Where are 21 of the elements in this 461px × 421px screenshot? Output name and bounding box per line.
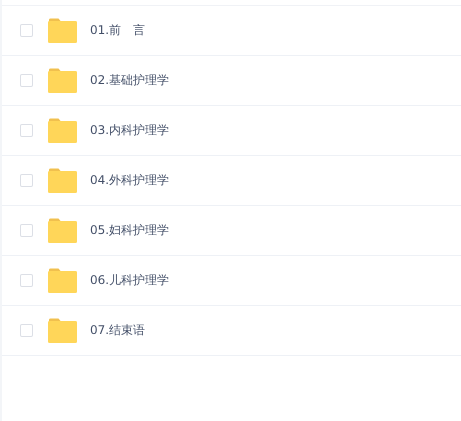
folder-name[interactable]: 01.前 言 [90,22,146,39]
folder-icon [48,68,77,93]
folder-icon [48,18,77,43]
folder-name[interactable]: 03.内科护理学 [90,122,170,139]
checkbox[interactable] [20,124,33,137]
folder-icon [48,318,77,343]
folder-icon [48,118,77,143]
folder-icon [48,268,77,293]
folder-name[interactable]: 05.妇科护理学 [90,222,170,239]
folder-name[interactable]: 07.结束语 [90,322,146,339]
folder-name[interactable]: 06.儿科护理学 [90,272,170,289]
checkbox[interactable] [20,224,33,237]
folder-name[interactable]: 02.基础护理学 [90,72,170,89]
folder-name[interactable]: 04.外科护理学 [90,172,170,189]
checkbox[interactable] [20,274,33,287]
checkbox[interactable] [20,74,33,87]
checkbox[interactable] [20,324,33,337]
checkbox[interactable] [20,174,33,187]
folder-icon [48,218,77,243]
folder-icon [48,168,77,193]
checkbox[interactable] [20,24,33,37]
